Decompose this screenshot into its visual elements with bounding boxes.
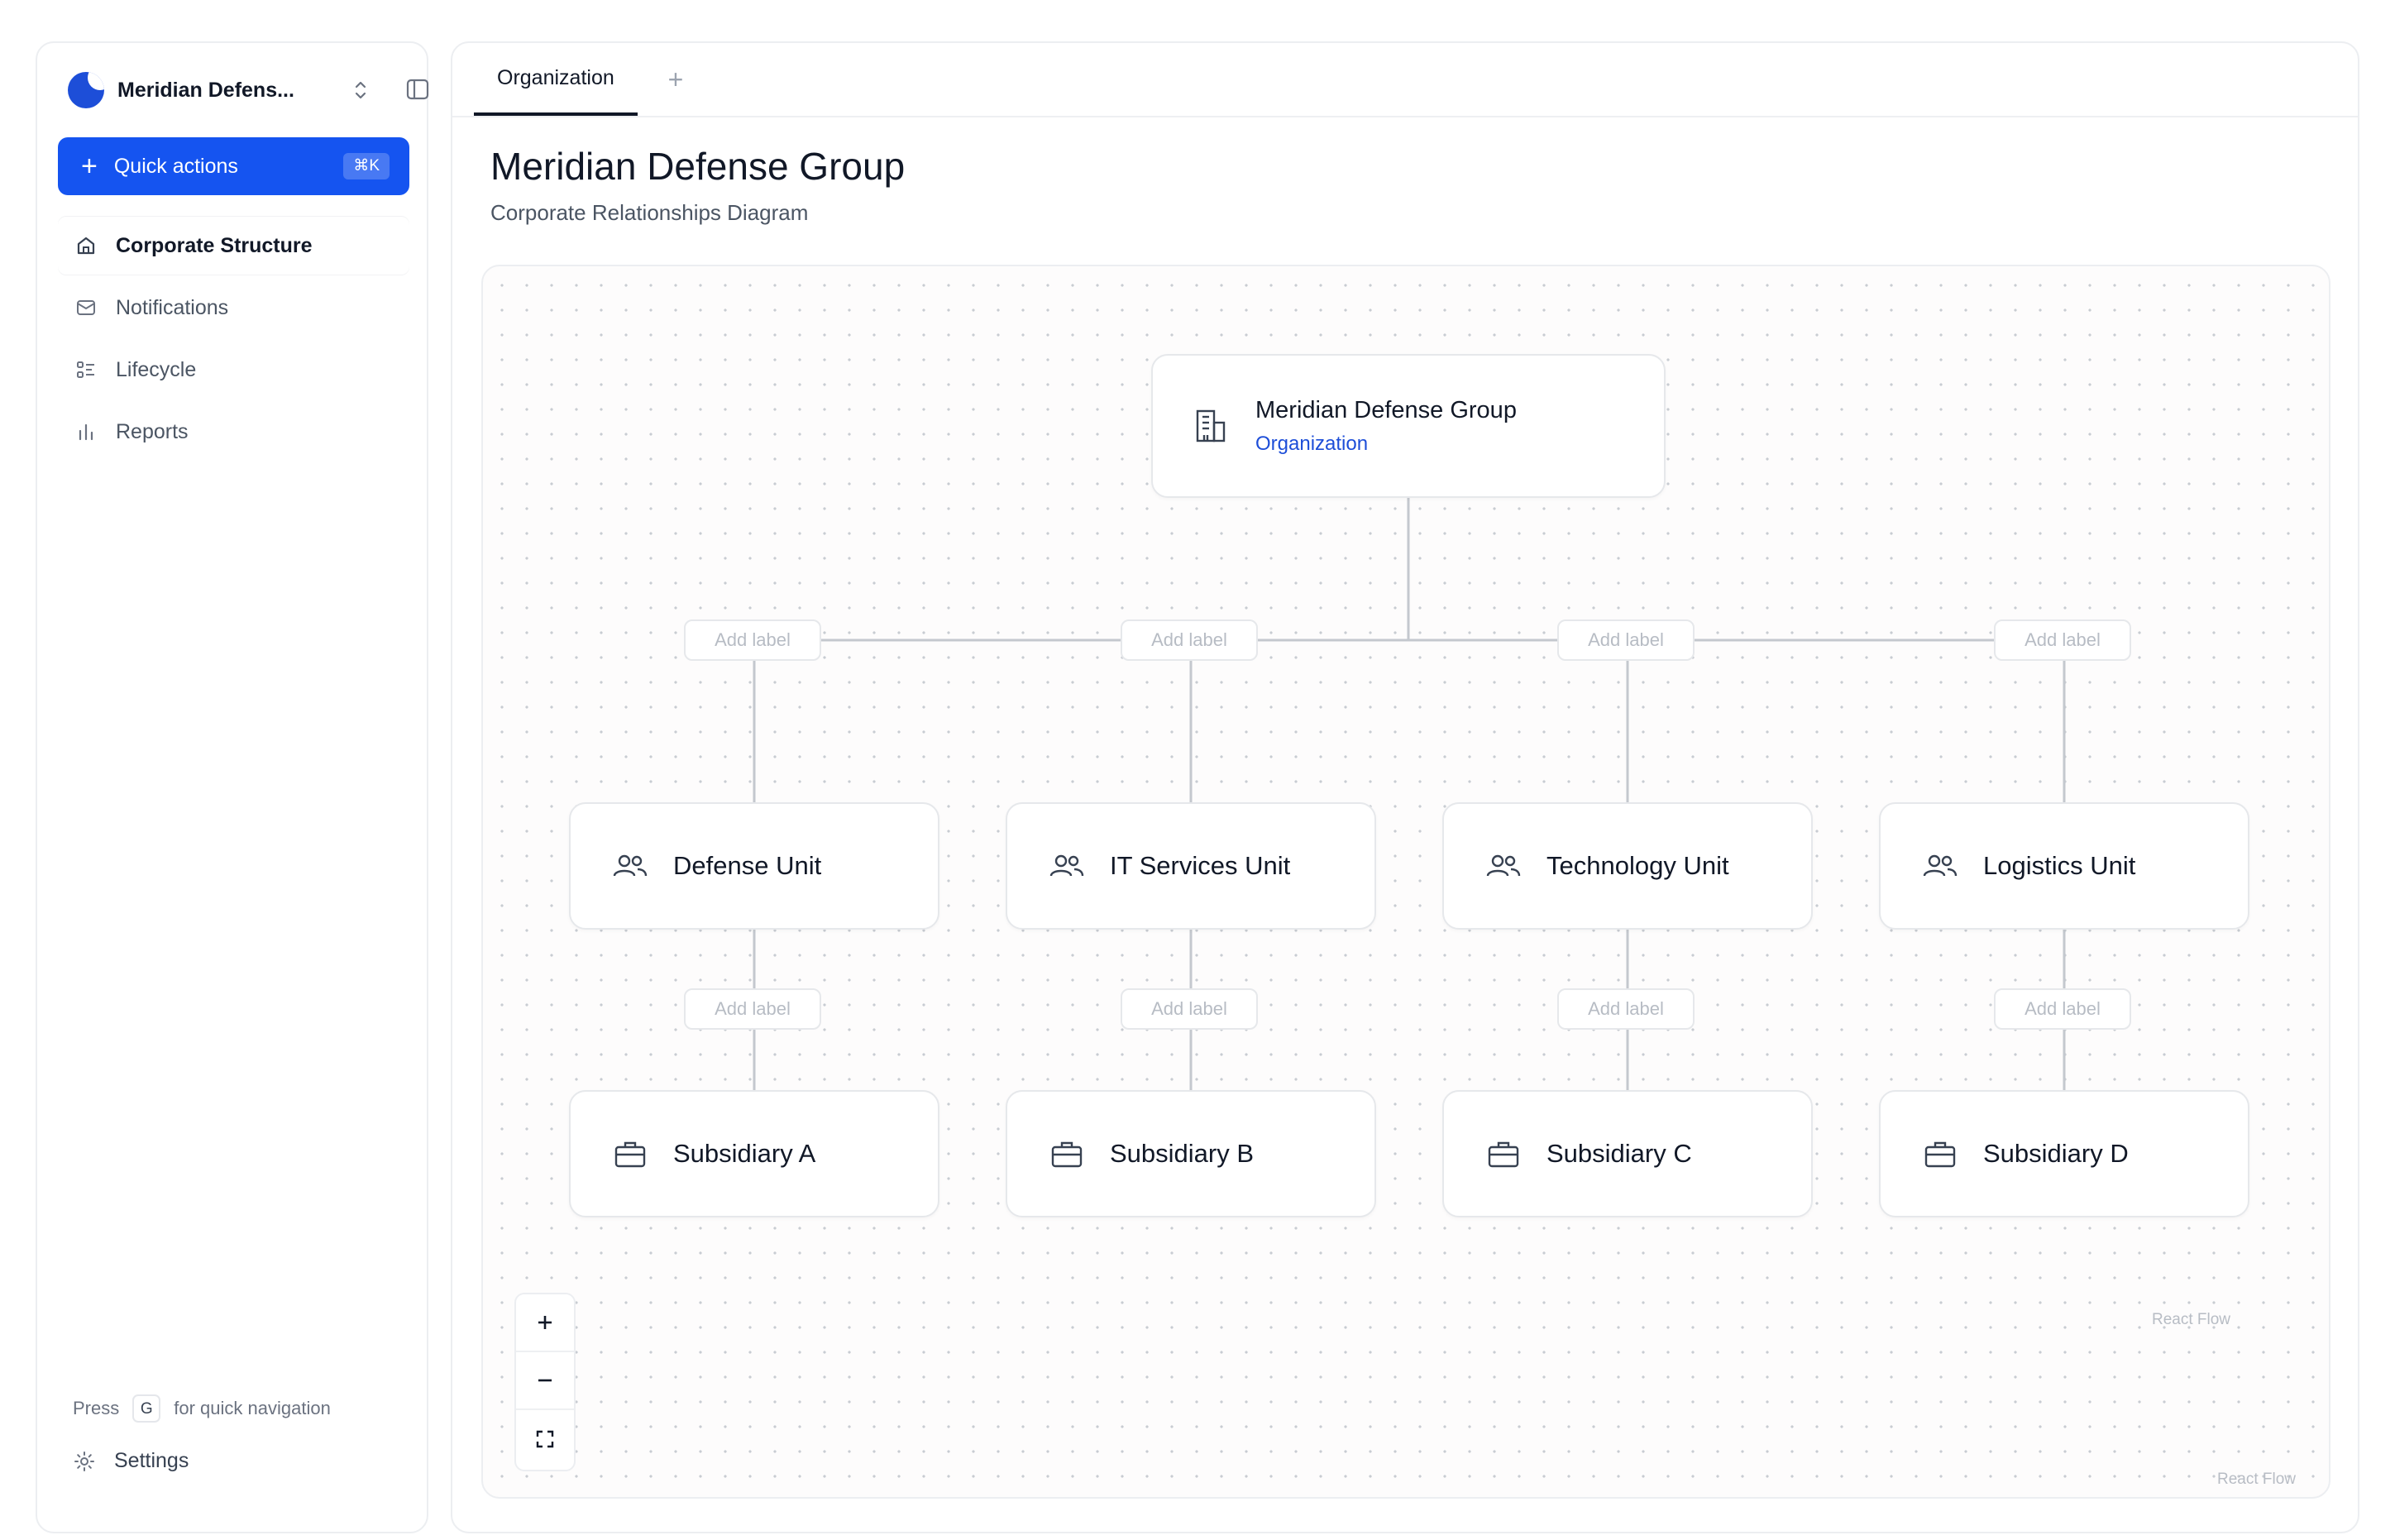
edge-label-it-services[interactable]: Add label — [1121, 619, 1258, 661]
edge-label-subsidiary-d[interactable]: Add label — [1994, 988, 2131, 1030]
plus-icon — [538, 1316, 552, 1329]
subsidiary-node-a[interactable]: Subsidiary A — [569, 1090, 939, 1217]
edge-label-technology[interactable]: Add label — [1557, 619, 1695, 661]
subsidiary-node-label: Subsidiary B — [1110, 1139, 1255, 1168]
building-icon — [1193, 408, 1229, 444]
chevron-up-down-icon[interactable] — [349, 78, 372, 103]
sidebar-item-corporate-structure[interactable]: Corporate Structure — [58, 217, 409, 275]
minus-icon — [538, 1379, 552, 1382]
subsidiary-node-label: Subsidiary D — [1983, 1139, 2129, 1168]
edge-label-subsidiary-b[interactable]: Add label — [1121, 988, 1258, 1030]
hint-key: G — [132, 1394, 161, 1423]
unit-node-label: Logistics Unit — [1983, 851, 2136, 880]
briefcase-icon — [612, 1136, 648, 1172]
sidebar-item-lifecycle[interactable]: Lifecycle — [58, 341, 409, 399]
zoom-controls — [514, 1293, 576, 1471]
sidebar: Meridian Defens... + Quick actions ⌘K Co… — [36, 41, 429, 1533]
list-icon — [74, 358, 98, 381]
plus-icon: + — [81, 151, 98, 182]
unit-node-technology[interactable]: Technology Unit — [1442, 802, 1813, 930]
fit-view-button[interactable] — [516, 1410, 574, 1468]
page-title: Meridian Defense Group — [490, 145, 906, 188]
subsidiary-node-label: Subsidiary C — [1546, 1139, 1692, 1168]
gear-icon — [73, 1450, 96, 1473]
hint-prefix: Press — [73, 1398, 120, 1418]
shortcut-badge: ⌘K — [343, 153, 390, 179]
keyboard-hint: Press G for quick navigation — [73, 1394, 331, 1423]
fullscreen-icon — [536, 1430, 554, 1448]
unit-node-label: Technology Unit — [1546, 851, 1729, 880]
home-icon — [74, 234, 98, 257]
workspace-switcher[interactable]: Meridian Defens... — [68, 71, 429, 109]
subsidiary-node-label: Subsidiary A — [673, 1139, 816, 1168]
users-icon — [1049, 848, 1085, 884]
org-node-root[interactable]: Meridian Defense Group Organization — [1151, 354, 1666, 498]
workspace-name: Meridian Defens... — [117, 78, 294, 102]
tab-organization[interactable]: Organization — [474, 43, 638, 116]
sidebar-item-reports[interactable]: Reports — [58, 403, 409, 461]
quick-actions-label: Quick actions — [113, 154, 238, 178]
briefcase-icon — [1485, 1136, 1522, 1172]
edge-root-to-units — [754, 498, 2063, 642]
edge-label-subsidiary-c[interactable]: Add label — [1557, 988, 1695, 1030]
workspace-logo — [68, 72, 104, 108]
sidebar-nav: Corporate Structure Notifications Lifecy… — [58, 217, 409, 465]
edge-label-logistics[interactable]: Add label — [1994, 619, 2131, 661]
zoom-in-button[interactable] — [516, 1294, 574, 1352]
unit-node-it-services[interactable]: IT Services Unit — [1006, 802, 1376, 930]
users-icon — [1922, 848, 1958, 884]
diagram-canvas[interactable]: Meridian Defense Group Organization Add … — [481, 265, 2330, 1499]
hint-suffix: for quick navigation — [174, 1398, 331, 1418]
root-node-type: Organization — [1255, 432, 1369, 455]
unit-node-logistics[interactable]: Logistics Unit — [1879, 802, 2249, 930]
briefcase-icon — [1049, 1136, 1085, 1172]
briefcase-icon — [1922, 1136, 1958, 1172]
edge-label-defense[interactable]: Add label — [684, 619, 821, 661]
unit-node-label: IT Services Unit — [1110, 851, 1291, 880]
users-icon — [612, 848, 648, 884]
sidebar-item-label: Notifications — [116, 295, 229, 319]
tab-bar: Organization + — [452, 43, 2358, 117]
users-icon — [1485, 848, 1522, 884]
root-node-title: Meridian Defense Group — [1255, 396, 1517, 423]
page-subtitle: Corporate Relationships Diagram — [490, 200, 809, 225]
settings-label: Settings — [114, 1449, 189, 1472]
edge-label-subsidiary-a[interactable]: Add label — [684, 988, 821, 1030]
quick-actions-button[interactable]: + Quick actions ⌘K — [58, 137, 409, 195]
subsidiary-node-d[interactable]: Subsidiary D — [1879, 1090, 2249, 1217]
react-flow-attribution[interactable]: React Flow — [2152, 1311, 2230, 1329]
sidebar-toggle-icon[interactable] — [405, 78, 430, 101]
sidebar-item-label: Corporate Structure — [116, 233, 313, 257]
main-panel: Organization + Meridian Defense Group Co… — [451, 41, 2359, 1533]
subsidiary-node-b[interactable]: Subsidiary B — [1006, 1090, 1376, 1217]
sidebar-item-label: Reports — [116, 419, 189, 443]
unit-node-defense[interactable]: Defense Unit — [569, 802, 939, 930]
bar-chart-icon — [74, 420, 98, 443]
sidebar-item-label: Lifecycle — [116, 357, 197, 381]
unit-node-label: Defense Unit — [673, 851, 822, 880]
zoom-out-button[interactable] — [516, 1352, 574, 1410]
mail-icon — [74, 296, 98, 319]
settings-link[interactable]: Settings — [73, 1449, 189, 1473]
sidebar-item-notifications[interactable]: Notifications — [58, 279, 409, 337]
react-flow-attribution[interactable]: React Flow — [2217, 1471, 2296, 1489]
subsidiary-node-c[interactable]: Subsidiary C — [1442, 1090, 1813, 1217]
add-tab-icon[interactable]: + — [659, 63, 692, 96]
